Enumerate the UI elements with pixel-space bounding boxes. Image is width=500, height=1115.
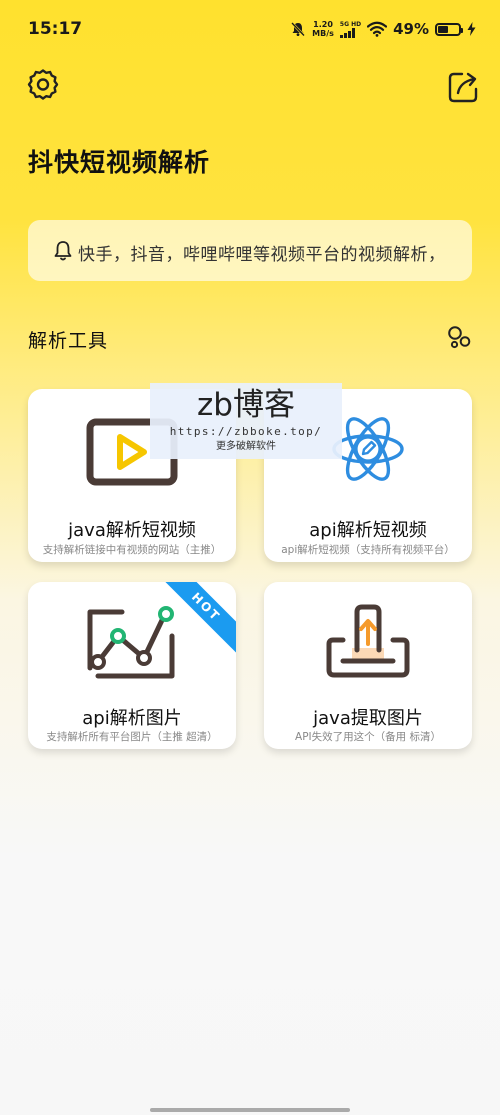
section-title: 解析工具 [28,330,109,352]
card-subtitle: api解析短视频（支持所有视频平台） [281,544,455,556]
home-indicator[interactable] [150,1108,350,1112]
notice-text: 快手，抖音，哔哩哔哩等视频平台的视频解析， [78,245,446,265]
status-time: 15:17 [28,19,83,39]
notice-marquee[interactable]: 快手，抖音，哔哩哔哩等视频平台的视频解析， [28,220,472,281]
net-speed-value: 1.20 [313,20,333,29]
card-title: api解析图片 [82,708,182,729]
signal-tag: 5G HD [339,20,362,28]
battery-level [438,25,448,33]
watermark-title: zb博客 [197,387,295,423]
card-subtitle: 支持解析所有平台图片（主推 超清） [46,731,218,743]
card-title: java解析短视频 [68,520,196,541]
mute-icon [291,22,306,37]
status-bar: 15:17 1.20 MB/s 5G HD 49% [0,0,500,58]
charging-icon [467,22,476,36]
app-title: 抖快短视频解析 [28,148,211,177]
watermark-url: https://zbboke.top/ [169,425,323,438]
card-title: java提取图片 [313,708,423,729]
settings-button[interactable] [24,66,62,104]
card-title: api解析短视频 [309,520,427,541]
wifi-icon [367,21,388,37]
share-button[interactable] [444,68,482,106]
card-subtitle: API失效了用这个（备用 标清） [295,731,441,743]
net-speed: 1.20 MB/s [312,20,334,38]
card-subtitle: 支持解析链接中有视频的网站（主推） [42,544,222,556]
tool-card-java-image[interactable]: java提取图片 API失效了用这个（备用 标清） [264,582,472,749]
watermark-note: 更多破解软件 [216,441,276,452]
gear-icon [27,69,59,100]
net-speed-unit: MB/s [312,29,334,38]
status-icons: 1.20 MB/s 5G HD 49% [290,18,476,40]
watermark-overlay: zb博客 https://zbboke.top/ 更多破解软件 [150,383,342,459]
battery-icon [435,22,463,36]
signal-bars-icon [339,27,355,38]
card-icon-wrap [264,604,472,680]
line-chart-icon [87,606,175,679]
bell-icon [54,241,72,261]
upload-tray-icon [326,604,410,678]
more-button[interactable] [444,322,474,352]
battery-percent: 49% [393,20,429,38]
tool-card-api-image[interactable]: HOT api解析图片 支持解析所有平台图片（主推 超清） [28,582,236,749]
card-icon-wrap [28,606,236,680]
share-icon [448,72,478,103]
cell-signal: 5G HD [339,20,362,38]
bubbles-icon [448,326,471,349]
